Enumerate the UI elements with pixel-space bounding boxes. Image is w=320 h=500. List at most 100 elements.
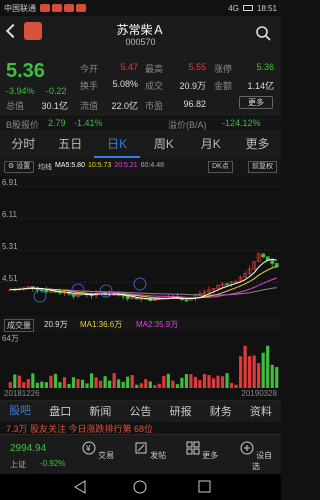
volume-bar	[261, 352, 265, 388]
ma60-value: 60:4.48	[140, 162, 165, 169]
add-watchlist-label: 设自选	[252, 451, 273, 471]
volume-bar	[211, 378, 216, 388]
stock-header: 苏常柴Ａ 000570	[0, 16, 281, 54]
network-type: 4G	[228, 3, 239, 13]
volume-bar	[257, 363, 261, 388]
status-right: 4G 18:51	[228, 4, 277, 13]
volume-value: 20.9万	[44, 320, 68, 329]
news-peek[interactable]: 7.3万 股友关注 今日涨跌排行第 68位	[0, 422, 281, 434]
volume-bar	[49, 375, 53, 388]
search-icon[interactable]	[255, 25, 271, 41]
volume-ma1: MA1:36.6万	[80, 320, 123, 329]
volume-bar	[103, 376, 107, 388]
volume-chart[interactable]: 64万	[0, 332, 281, 388]
tab-intraday[interactable]: 分时	[0, 130, 47, 158]
tab-research[interactable]: 研报	[161, 401, 201, 423]
amount-value: 1.14亿	[247, 81, 274, 91]
float-cap-value: 22.0亿	[111, 101, 138, 111]
current-price: 5.36	[6, 60, 45, 82]
volume-bar	[108, 380, 112, 388]
market-cap-label: 总值	[6, 101, 25, 111]
trade-icon: ¥	[82, 441, 96, 455]
candle-body	[270, 260, 275, 264]
volume-bar	[184, 374, 188, 388]
volume-bar	[80, 379, 85, 388]
high-value: 5.55	[188, 62, 206, 72]
amount-label: 金额	[214, 81, 233, 91]
tab-five-day[interactable]: 五日	[47, 130, 94, 158]
candle-body	[261, 253, 266, 258]
nav-recents-icon[interactable]	[198, 480, 211, 493]
turnover-label: 换手	[80, 81, 99, 91]
more-button[interactable]: 更多	[239, 96, 273, 109]
candlestick-chart[interactable]: 6.91 6.11 5.31 4.51	[0, 176, 281, 316]
volume-bar	[252, 355, 256, 388]
volume-bar	[162, 375, 166, 388]
chart-toolbar: ⚙ 设置 均线 MA5:5.80 10:5.73 20:5.21 60:4.48…	[0, 158, 281, 176]
volume-bar	[94, 377, 98, 388]
open-label: 今开	[80, 64, 99, 74]
volume-bar	[71, 377, 76, 388]
ma-label: 均线	[38, 164, 52, 171]
add-watchlist-button[interactable]: 设自选	[236, 441, 276, 472]
notification-icon	[40, 4, 50, 12]
tab-news[interactable]: 新闻	[80, 401, 120, 423]
ma5-value: MA5:5.80	[55, 162, 85, 169]
forward-adjust-button[interactable]: 前复权	[248, 161, 277, 173]
notification-icon	[64, 4, 74, 12]
volume-bar	[193, 376, 198, 388]
post-button[interactable]: 发帖	[130, 441, 170, 461]
tab-forum[interactable]: 股吧	[0, 400, 41, 424]
tab-announcements[interactable]: 公告	[120, 401, 160, 423]
volume-bar	[198, 380, 202, 388]
volume-indicator-button[interactable]: 成交量	[4, 319, 34, 332]
float-cap-label: 流值	[80, 101, 99, 111]
candle-body	[44, 289, 49, 293]
chart-settings-button[interactable]: ⚙ 设置	[4, 161, 35, 173]
tab-monthly-k[interactable]: 月K	[187, 130, 234, 158]
info-tabs: 股吧 盘口 新闻 公告 研报 财务 资料	[0, 400, 281, 424]
more-menu-button[interactable]: 更多	[182, 441, 222, 461]
nav-back-icon[interactable]	[74, 480, 86, 494]
premium-value: -124.12%	[222, 118, 261, 128]
volume-bar	[225, 373, 229, 388]
tab-profile[interactable]: 资料	[241, 401, 281, 423]
volume-bar	[207, 375, 211, 388]
price-axis-label: 5.31	[2, 242, 18, 251]
tab-more[interactable]: 更多	[234, 130, 281, 158]
tab-financials[interactable]: 财务	[201, 401, 241, 423]
tab-order-book[interactable]: 盘口	[40, 401, 80, 423]
volume-bar	[270, 364, 274, 388]
trade-button[interactable]: ¥ 交易	[78, 441, 118, 461]
candle-body	[125, 295, 130, 299]
dk-point-button[interactable]: DK点	[208, 161, 233, 173]
volume-bar	[180, 377, 184, 388]
grid-icon	[186, 441, 200, 455]
more-menu-label: 更多	[202, 451, 219, 460]
candle-body	[184, 299, 189, 302]
limit-up-value: 5.36	[256, 62, 274, 72]
volume-bar	[275, 367, 279, 388]
change-amount: -0.22	[46, 86, 67, 96]
volume-bar	[31, 373, 35, 388]
market-cap-value: 30.1亿	[41, 101, 68, 111]
tab-weekly-k[interactable]: 周K	[140, 130, 187, 158]
tab-daily-k[interactable]: 日K	[93, 130, 141, 158]
b-share-price: 2.79	[48, 118, 66, 128]
volume-bar	[17, 375, 21, 388]
b-share-band[interactable]: B股报价 2.79 -1.41% 溢价(B/A) -124.12%	[0, 114, 281, 130]
notification-icon	[52, 4, 62, 12]
volume-toolbar: 成交量 20.9万 MA1:36.6万 MA2:35.9万	[0, 316, 281, 332]
volume-bar	[171, 380, 175, 388]
pe-value: 96.82	[183, 99, 206, 109]
nav-home-icon[interactable]	[133, 480, 147, 494]
volume-bar	[126, 376, 130, 388]
volume-bar	[189, 374, 193, 388]
system-nav-bar	[0, 474, 281, 500]
chart-period-tabs: 分时 五日 日K 周K 月K 更多	[0, 130, 281, 158]
candle-body	[225, 283, 229, 286]
ma20-value: 20:5.21	[114, 162, 138, 169]
chart-settings-label: 设置	[16, 163, 31, 170]
volume-bar	[239, 356, 243, 388]
volume-bar	[266, 345, 270, 388]
